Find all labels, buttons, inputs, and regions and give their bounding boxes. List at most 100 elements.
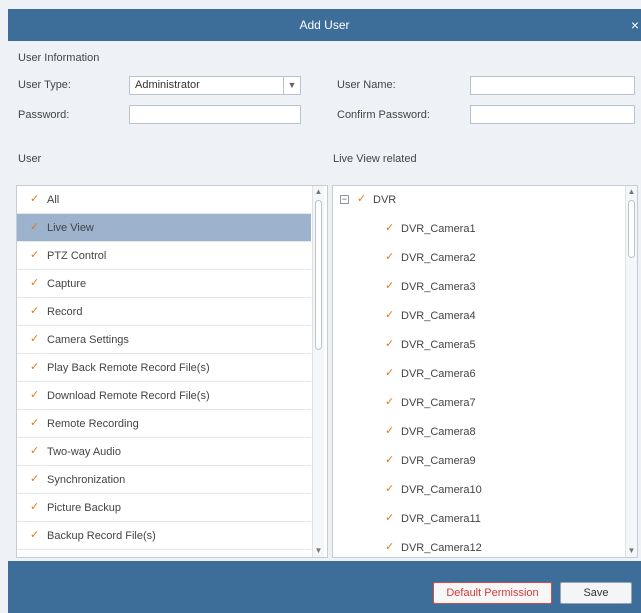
- camera-label: DVR_Camera11: [401, 513, 481, 525]
- permission-label: Download Remote Record File(s): [47, 390, 210, 402]
- checkmark-icon[interactable]: ✓: [30, 222, 40, 233]
- save-button[interactable]: Save: [560, 582, 632, 604]
- permission-label: PTZ Control: [47, 250, 107, 262]
- tree-node-camera[interactable]: ✓ DVR_Camera12: [333, 534, 623, 557]
- checkmark-icon[interactable]: ✓: [385, 426, 395, 437]
- permission-item[interactable]: ✓ Camera Settings: [17, 326, 311, 354]
- permission-item[interactable]: ✓ Record: [17, 298, 311, 326]
- permission-label: All: [47, 194, 60, 206]
- checkmark-icon[interactable]: ✓: [30, 446, 40, 457]
- permission-item[interactable]: ✓ Two-way Audio: [17, 438, 311, 466]
- permission-label: Play Back Remote Record File(s): [47, 362, 210, 374]
- checkmark-icon[interactable]: ✓: [30, 362, 40, 373]
- scroll-thumb[interactable]: [628, 200, 635, 258]
- checkmark-icon[interactable]: ✓: [30, 530, 40, 541]
- user-name-label: User Name:: [337, 79, 396, 91]
- permission-label: Two-way Audio: [47, 446, 121, 458]
- checkmark-icon[interactable]: ✓: [385, 484, 395, 495]
- tree-node-camera[interactable]: ✓ DVR_Camera1: [333, 215, 623, 243]
- camera-label: DVR_Camera4: [401, 310, 476, 322]
- permission-label: Synchronization: [47, 474, 126, 486]
- tree-node-camera[interactable]: ✓ DVR_Camera6: [333, 360, 623, 388]
- tree-node-camera[interactable]: ✓ DVR_Camera3: [333, 273, 623, 301]
- tree-node-camera[interactable]: ✓ DVR_Camera5: [333, 331, 623, 359]
- user-name-input[interactable]: [470, 76, 635, 95]
- camera-label: DVR_Camera6: [401, 368, 476, 380]
- camera-label: DVR_Camera2: [401, 252, 476, 264]
- permission-item[interactable]: ✓ All: [17, 186, 311, 214]
- tree-node-camera[interactable]: ✓ DVR_Camera9: [333, 447, 623, 475]
- live-view-related-heading: Live View related: [333, 153, 417, 165]
- tree-node-label: DVR: [373, 194, 397, 206]
- permission-label: Camera Settings: [47, 334, 129, 346]
- user-information-heading: User Information: [18, 52, 100, 64]
- permission-list[interactable]: ✓ All ✓ Live View ✓ PTZ Control ✓ Capture ✓ Recor…: [16, 185, 328, 558]
- checkmark-icon[interactable]: ✓: [385, 252, 395, 263]
- permission-item[interactable]: ✓ Play Back Remote Record File(s): [17, 354, 311, 382]
- confirm-password-input[interactable]: [470, 105, 635, 124]
- channel-tree[interactable]: − ✓ DVR ✓ DVR_Camera1 ✓ DVR_Camera2 ✓ DVR_Camera…: [332, 185, 638, 558]
- camera-label: DVR_Camera1: [401, 223, 476, 235]
- permission-label: Live View: [47, 222, 94, 234]
- permission-label: Remote Recording: [47, 418, 139, 430]
- scroll-down-icon[interactable]: ▼: [626, 545, 637, 557]
- permission-label: Record: [47, 306, 83, 318]
- checkmark-icon[interactable]: ✓: [357, 194, 367, 205]
- confirm-password-label: Confirm Password:: [337, 109, 430, 121]
- permission-item[interactable]: ✓ Live View: [17, 214, 311, 242]
- tree-node-camera[interactable]: ✓ DVR_Camera7: [333, 389, 623, 417]
- checkmark-icon[interactable]: ✓: [385, 223, 395, 234]
- permission-item[interactable]: ✓ Download Remote Record File(s): [17, 382, 311, 410]
- checkmark-icon[interactable]: ✓: [385, 368, 395, 379]
- permission-label: Backup Record File(s): [47, 530, 156, 542]
- scroll-thumb[interactable]: [315, 200, 322, 350]
- user-type-value: Administrator: [135, 79, 200, 91]
- checkmark-icon[interactable]: ✓: [30, 474, 40, 485]
- permission-item[interactable]: ✓ PTZ Control: [17, 242, 311, 270]
- scroll-down-icon[interactable]: ▼: [313, 545, 324, 557]
- tree-node-camera[interactable]: ✓ DVR_Camera8: [333, 418, 623, 446]
- close-icon[interactable]: ×: [631, 9, 639, 41]
- permission-item[interactable]: ✓ Synchronization: [17, 466, 311, 494]
- checkmark-icon[interactable]: ✓: [385, 339, 395, 350]
- scroll-up-icon[interactable]: ▲: [313, 186, 324, 198]
- dialog-titlebar: Add User ×: [8, 9, 641, 41]
- permission-scrollbar[interactable]: ▲ ▼: [312, 186, 324, 557]
- checkmark-icon[interactable]: ✓: [385, 455, 395, 466]
- camera-label: DVR_Camera8: [401, 426, 476, 438]
- checkmark-icon[interactable]: ✓: [30, 390, 40, 401]
- user-type-select[interactable]: Administrator ▼: [129, 76, 301, 95]
- checkmark-icon[interactable]: ✓: [385, 397, 395, 408]
- scroll-up-icon[interactable]: ▲: [626, 186, 637, 198]
- camera-label: DVR_Camera10: [401, 484, 482, 496]
- checkmark-icon[interactable]: ✓: [30, 418, 40, 429]
- camera-label: DVR_Camera5: [401, 339, 476, 351]
- checkmark-icon[interactable]: ✓: [30, 194, 40, 205]
- chevron-down-icon[interactable]: ▼: [283, 77, 300, 94]
- tree-node-dvr[interactable]: − ✓ DVR: [333, 186, 623, 214]
- checkmark-icon[interactable]: ✓: [30, 306, 40, 317]
- default-permission-button[interactable]: Default Permission: [433, 582, 552, 604]
- tree-node-camera[interactable]: ✓ DVR_Camera11: [333, 505, 623, 533]
- permission-item[interactable]: ✓ Backup Record File(s): [17, 522, 311, 550]
- tree-collapse-icon[interactable]: −: [340, 195, 349, 204]
- permission-item[interactable]: ✓ Remote Recording: [17, 410, 311, 438]
- permission-item[interactable]: ✓ Capture: [17, 270, 311, 298]
- checkmark-icon[interactable]: ✓: [385, 513, 395, 524]
- checkmark-icon[interactable]: ✓: [30, 502, 40, 513]
- checkmark-icon[interactable]: ✓: [385, 310, 395, 321]
- permission-item[interactable]: ✓ Picture Backup: [17, 494, 311, 522]
- checkmark-icon[interactable]: ✓: [385, 542, 395, 553]
- tree-node-camera[interactable]: ✓ DVR_Camera2: [333, 244, 623, 272]
- tree-node-camera[interactable]: ✓ DVR_Camera10: [333, 476, 623, 504]
- checkmark-icon[interactable]: ✓: [30, 334, 40, 345]
- user-type-label: User Type:: [18, 79, 71, 91]
- checkmark-icon[interactable]: ✓: [30, 278, 40, 289]
- channel-scrollbar[interactable]: ▲ ▼: [625, 186, 637, 557]
- password-input[interactable]: [129, 105, 301, 124]
- camera-label: DVR_Camera9: [401, 455, 476, 467]
- tree-node-camera[interactable]: ✓ DVR_Camera4: [333, 302, 623, 330]
- checkmark-icon[interactable]: ✓: [30, 250, 40, 261]
- checkmark-icon[interactable]: ✓: [385, 281, 395, 292]
- dialog-title: Add User: [299, 18, 350, 32]
